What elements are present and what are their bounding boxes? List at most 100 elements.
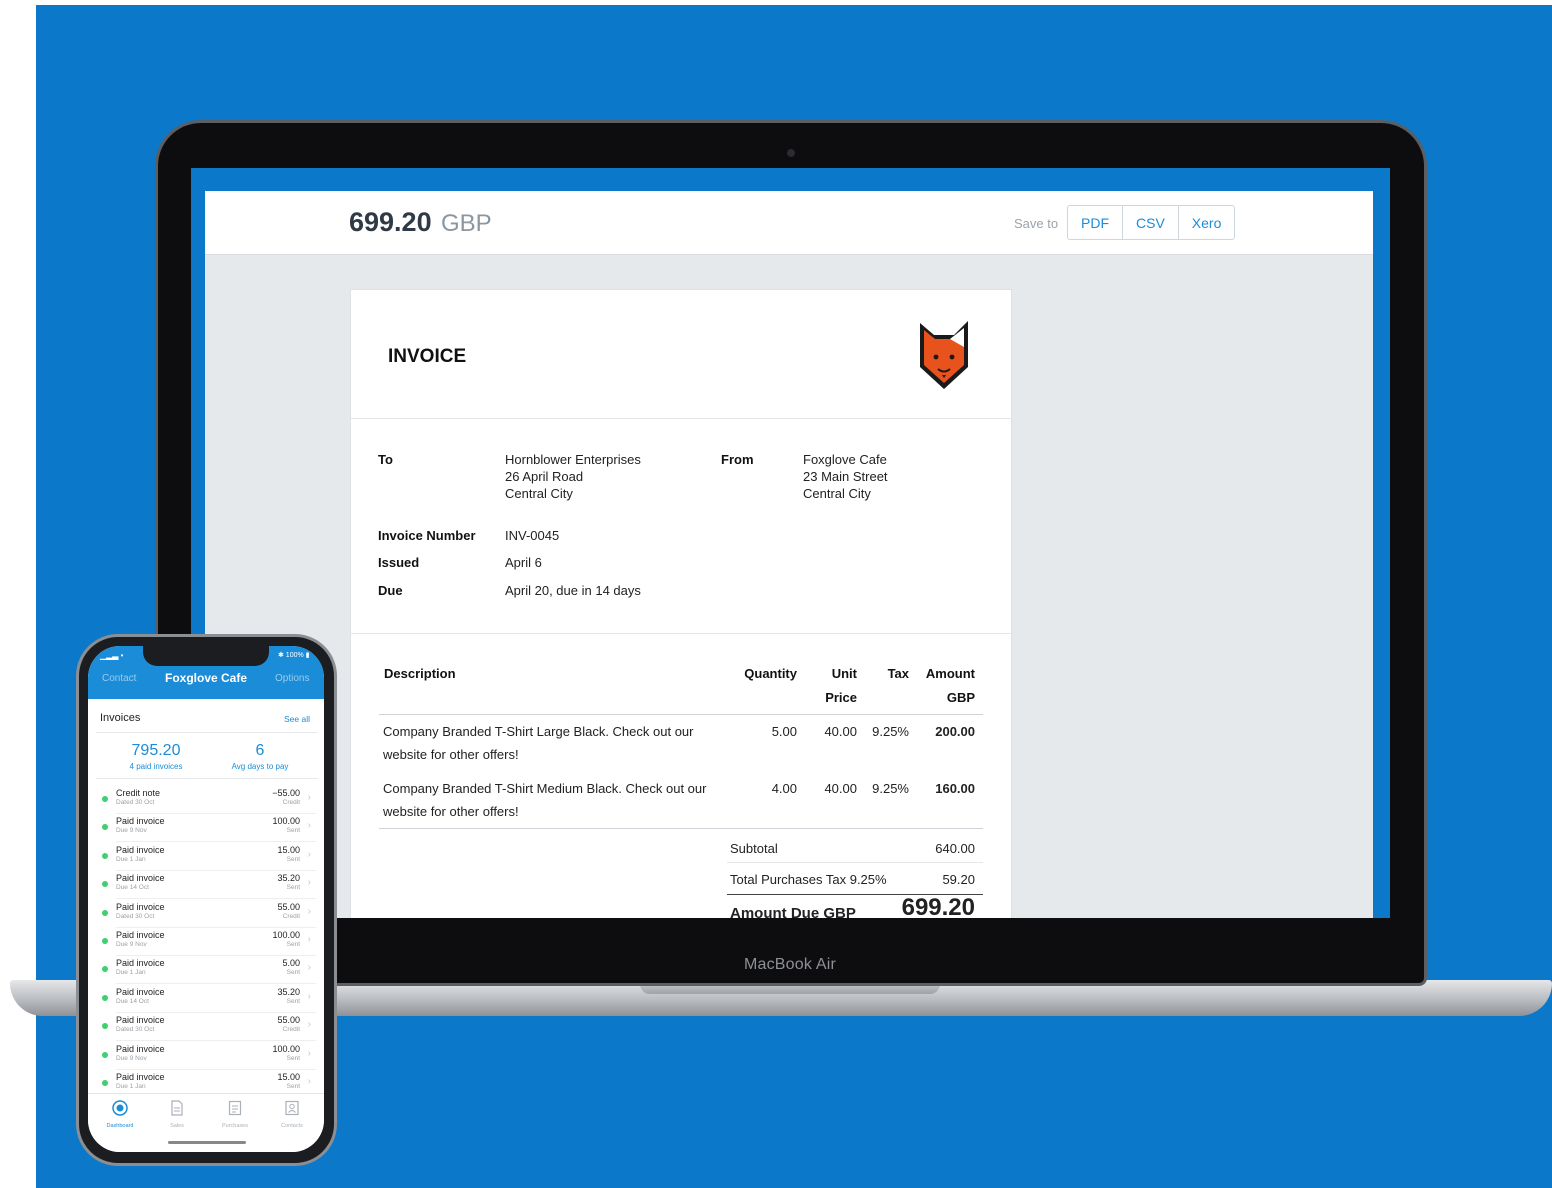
- laptop-screen: 699.20 GBP Save to PDF CSV Xero INVOICE …: [191, 168, 1390, 918]
- app-topbar: 699.20 GBP Save to PDF CSV Xero: [205, 191, 1373, 255]
- invoice-list-item[interactable]: Credit note Dated 30 Oct −55.00 Credit ›: [88, 786, 324, 814]
- row-date: Due 9 Nov: [116, 941, 147, 948]
- row-title: Paid invoice: [116, 844, 165, 855]
- row-date: Due 9 Nov: [116, 827, 147, 835]
- save-pdf-button[interactable]: PDF: [1068, 206, 1123, 239]
- tab-label: Purchases: [222, 1123, 248, 1129]
- chevron-right-icon: ›: [307, 990, 311, 1002]
- save-csv-button[interactable]: CSV: [1123, 206, 1179, 239]
- invoice-number-label: Invoice Number: [378, 528, 476, 543]
- tax-total-label: Total Purchases Tax 9.25%: [730, 872, 887, 887]
- chevron-right-icon: ›: [307, 934, 311, 945]
- invoice-list-item[interactable]: Paid invoice Due 14 Oct 35.20 Sent ›: [88, 985, 324, 1013]
- tab-contacts[interactable]: Contacts: [267, 1100, 317, 1129]
- due-date: April 20, due in 14 days: [505, 583, 641, 598]
- paid-status-dot: [102, 966, 108, 973]
- row-date: Dated 30 Oct: [116, 799, 155, 806]
- paid-status-dot: [102, 852, 108, 859]
- invoice-list-item[interactable]: Paid invoice Due 9 Nov 100.00 Sent ›: [88, 928, 324, 956]
- paid-total-value: 795.20: [131, 742, 181, 759]
- row-amount: 15.00: [277, 1072, 300, 1082]
- phone-notch: [143, 646, 269, 666]
- laptop-label: MacBook Air: [743, 956, 836, 973]
- totals-rule: [727, 862, 983, 863]
- row-amount: −55.00: [272, 788, 300, 798]
- paid-status-dot: [102, 938, 108, 944]
- invoice-list-item[interactable]: Paid invoice Dated 30 Oct 55.00 Credit ›: [88, 1013, 324, 1042]
- row-amount: 35.20: [277, 873, 300, 884]
- row-title: Paid invoice: [116, 1072, 165, 1082]
- avg-days-value: 6: [255, 742, 265, 759]
- row-date: Due 1 Jan: [116, 855, 146, 863]
- due-label: Due: [378, 583, 403, 598]
- invoice-title: INVOICE: [388, 346, 467, 367]
- row-date: Dated 30 Oct: [116, 1026, 155, 1034]
- options-button[interactable]: Options: [275, 673, 309, 684]
- row-status: Credit: [282, 912, 300, 920]
- row-status: Credit: [282, 1026, 300, 1034]
- row-date: Due 1 Jan: [116, 1083, 146, 1090]
- col-unit-price-line2: Price: [825, 690, 857, 705]
- divider: [351, 418, 1011, 419]
- tab-sales[interactable]: Sales: [152, 1100, 202, 1129]
- col-amount: Amount: [925, 666, 975, 681]
- invoice-list-item[interactable]: Paid invoice Dated 30 Oct 55.00 Credit ›: [88, 900, 324, 928]
- from-label: From: [721, 452, 754, 467]
- divider: [96, 778, 318, 779]
- divider: [96, 732, 318, 733]
- save-xero-button[interactable]: Xero: [1179, 206, 1235, 239]
- amount-due-value: 699.20: [901, 894, 975, 919]
- chevron-right-icon: ›: [307, 905, 311, 917]
- total-currency: GBP: [441, 210, 492, 237]
- paid-status-dot: [102, 824, 108, 831]
- row-status: Sent: [286, 969, 300, 977]
- col-quantity: Quantity: [744, 666, 797, 681]
- line-1-description-cont: website for other offers!: [383, 747, 519, 762]
- purchases-icon: [228, 1100, 242, 1116]
- divider: [351, 633, 1011, 634]
- invoice-list-item[interactable]: Paid invoice Due 9 Nov 100.00 Sent ›: [88, 814, 324, 843]
- row-amount: 100.00: [272, 1043, 300, 1054]
- contact-button[interactable]: Contact: [102, 673, 136, 684]
- line-2-tax: 9.25%: [872, 781, 909, 796]
- row-title: Credit note: [116, 788, 161, 798]
- invoice-list-item[interactable]: Paid invoice Due 9 Nov 100.00 Sent ›: [88, 1042, 324, 1070]
- tax-total-value: 59.20: [942, 872, 975, 887]
- table-header-rule: [379, 714, 983, 715]
- row-status: Sent: [286, 997, 300, 1005]
- line-2-quantity: 4.00: [771, 781, 797, 796]
- invoice-list-item[interactable]: Paid invoice Due 1 Jan 15.00 Sent ›: [88, 843, 324, 871]
- contacts-icon: [285, 1100, 299, 1116]
- table-body-rule: [379, 828, 983, 829]
- row-date: Due 9 Nov: [116, 1054, 147, 1062]
- save-button-group: PDF CSV Xero: [1067, 205, 1236, 240]
- tab-dashboard[interactable]: Dashboard: [95, 1100, 145, 1129]
- invoice-list-item[interactable]: Paid invoice Due 1 Jan 5.00 Sent ›: [88, 956, 324, 985]
- line-1-tax: 9.25%: [872, 724, 909, 739]
- to-name: Hornblower Enterprises: [505, 452, 641, 467]
- row-status: Sent: [286, 1083, 300, 1090]
- row-amount: 15.00: [277, 844, 300, 855]
- row-amount: 100.00: [272, 930, 300, 940]
- subtotal-label: Subtotal: [730, 841, 778, 856]
- row-title: Paid invoice: [116, 1043, 165, 1054]
- invoice-list-item[interactable]: Paid invoice Due 14 Oct 35.20 Sent ›: [88, 871, 324, 900]
- tab-purchases[interactable]: Purchases: [210, 1100, 260, 1129]
- row-title: Paid invoice: [116, 901, 165, 912]
- app-window: 699.20 GBP Save to PDF CSV Xero INVOICE …: [205, 191, 1373, 918]
- row-status: Sent: [286, 827, 300, 835]
- row-date: Due 1 Jan: [116, 969, 146, 977]
- save-to-label: Save to: [1014, 216, 1059, 231]
- fox-logo-icon: [920, 321, 968, 389]
- row-amount: 5.00: [282, 958, 300, 969]
- see-all-link[interactable]: See all: [284, 714, 310, 724]
- invoice-number: INV-0045: [505, 528, 560, 543]
- total-amount: 699.20: [349, 207, 432, 237]
- line-1-amount: 200.00: [935, 724, 975, 739]
- chevron-right-icon: ›: [307, 792, 311, 803]
- row-status: Sent: [286, 884, 300, 892]
- from-city: Central City: [803, 486, 871, 501]
- paid-status-dot: [102, 1051, 108, 1058]
- line-2-price: 40.00: [824, 781, 857, 796]
- chevron-right-icon: ›: [307, 820, 311, 832]
